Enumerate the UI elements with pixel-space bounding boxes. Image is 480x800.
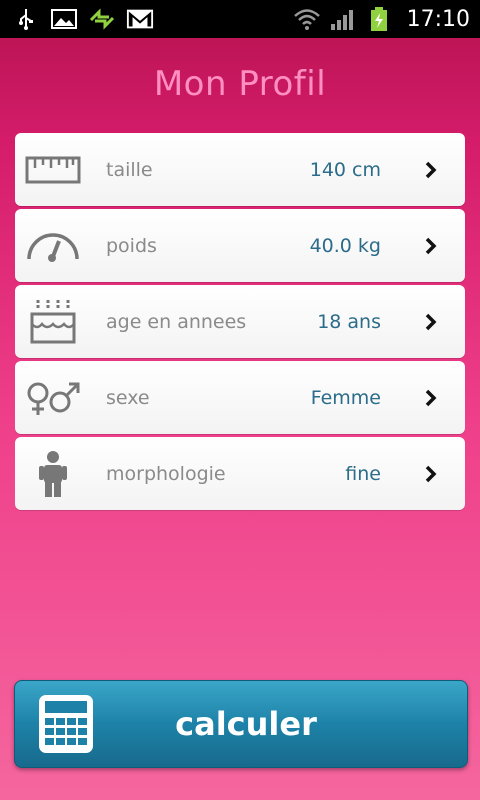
chevron-right-icon [423, 463, 439, 485]
profile-row-poids[interactable]: poids 40.0 kg [15, 209, 465, 282]
row-value: 40.0 kg [309, 234, 381, 257]
battery-charging-icon [365, 7, 393, 31]
profile-row-taille[interactable]: taille 140 cm [15, 133, 465, 206]
chevron-right-icon [423, 387, 439, 409]
sync-icon [88, 7, 116, 31]
chevron-right-icon [423, 311, 439, 333]
chevron-right-icon [423, 159, 439, 181]
row-value: fine [345, 462, 381, 485]
profile-list: taille 140 cm poids 40.0 kg age en annee… [15, 133, 465, 513]
calculate-button[interactable]: calculer [14, 680, 468, 768]
row-label: taille [106, 158, 153, 181]
body-figure-icon [23, 446, 83, 502]
profile-row-sexe[interactable]: sexe Femme [15, 361, 465, 434]
wifi-icon [293, 7, 321, 31]
profile-row-morphologie[interactable]: morphologie fine [15, 437, 465, 510]
gauge-icon [23, 218, 83, 274]
usb-icon [12, 7, 40, 31]
calculate-button-label: calculer [175, 705, 317, 743]
row-label: poids [106, 234, 157, 257]
birthday-cake-icon [23, 294, 83, 350]
chevron-right-icon [423, 235, 439, 257]
status-time: 17:10 [406, 6, 470, 32]
signal-icon [329, 7, 357, 31]
row-label: sexe [106, 386, 150, 409]
ruler-icon [23, 142, 83, 198]
row-value: 18 ans [317, 310, 381, 333]
gender-icon [23, 370, 83, 426]
row-value: Femme [310, 386, 381, 409]
row-value: 140 cm [309, 158, 381, 181]
gallery-icon [50, 7, 78, 31]
gmail-icon [126, 7, 154, 31]
row-label: morphologie [106, 462, 226, 485]
profile-row-age[interactable]: age en annees 18 ans [15, 285, 465, 358]
status-bar: 17:10 [0, 0, 480, 38]
row-label: age en annees [106, 310, 247, 333]
page-title: Mon Profil [153, 64, 327, 104]
